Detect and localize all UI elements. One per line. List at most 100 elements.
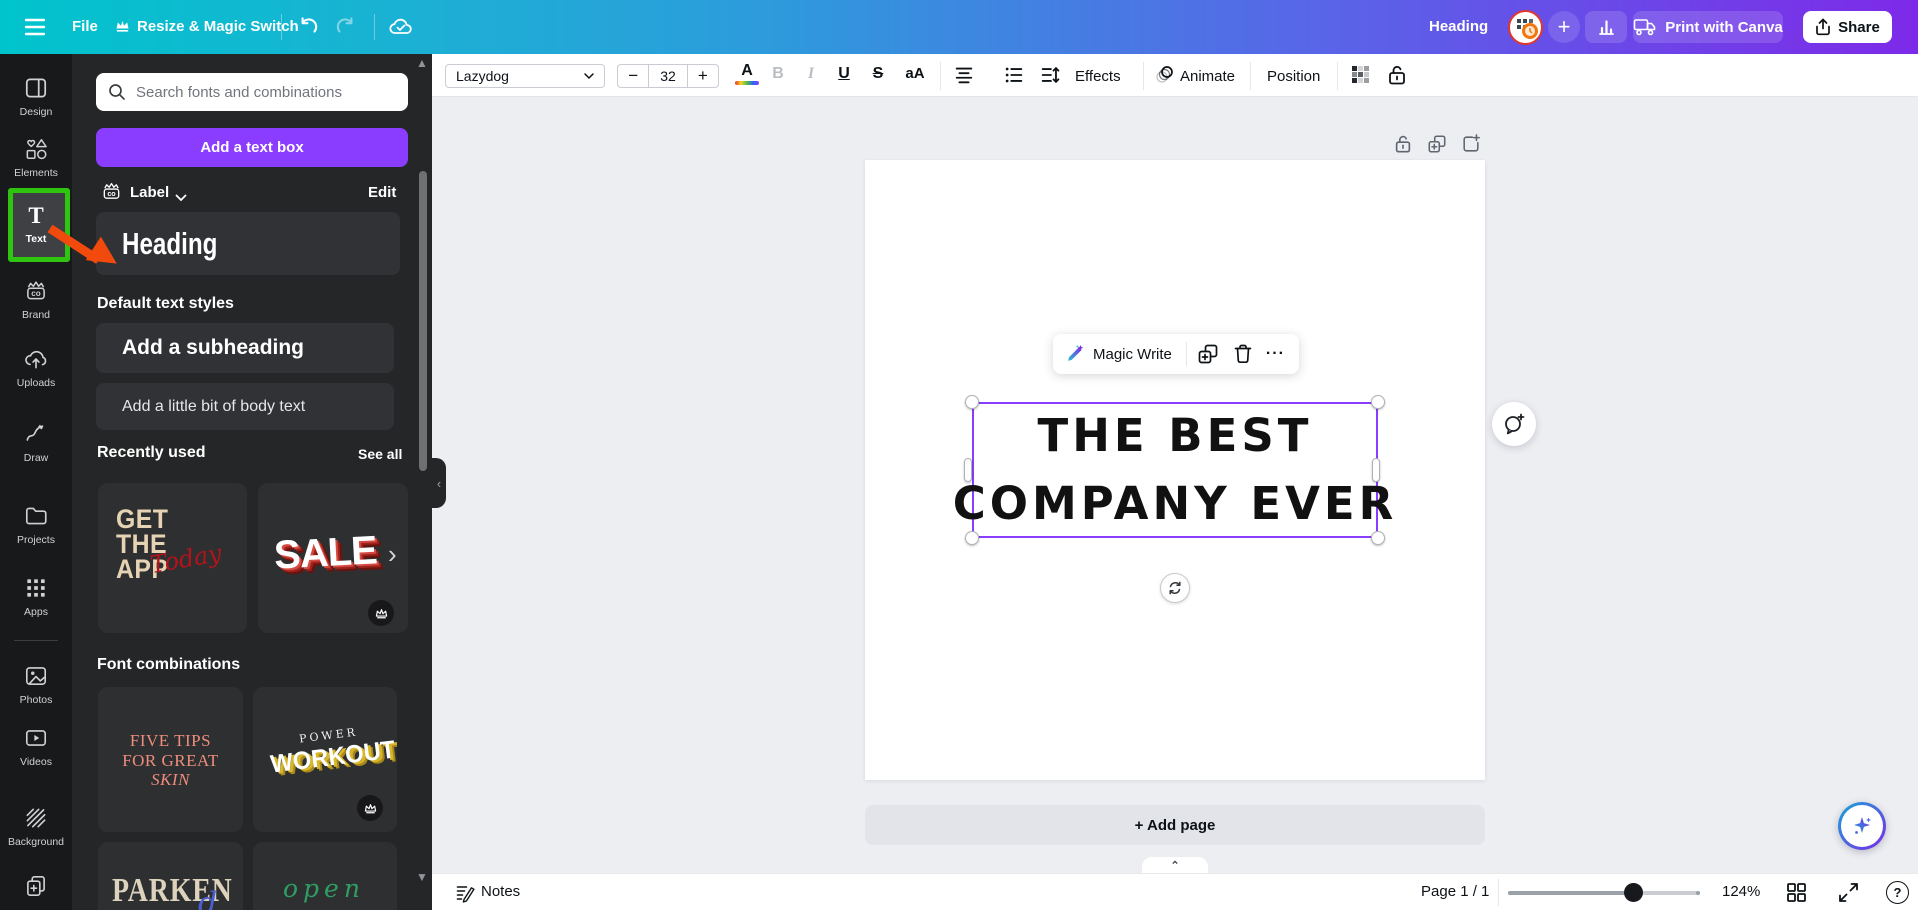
- collapse-bottom-tab[interactable]: ⌃: [1142, 857, 1208, 873]
- rainbow-bar: [735, 81, 759, 85]
- line-spacing-button[interactable]: [1039, 64, 1061, 91]
- text-align-button[interactable]: [953, 64, 975, 91]
- strikethrough-button[interactable]: S: [864, 65, 892, 83]
- resize-handle-se[interactable]: [1371, 531, 1385, 545]
- zoom-level[interactable]: 124%: [1722, 883, 1760, 900]
- font-size-increase-button[interactable]: +: [688, 66, 718, 86]
- add-text-box-button[interactable]: Add a text box: [96, 128, 408, 167]
- combo-power-workout[interactable]: POWER WORKOUT: [253, 687, 397, 832]
- file-menu[interactable]: File: [72, 18, 98, 35]
- sidebar-item-background[interactable]: Background: [0, 805, 72, 848]
- sidebar-item-brand[interactable]: co Brand: [0, 278, 72, 321]
- print-with-canva-button[interactable]: Print with Canva: [1633, 11, 1783, 43]
- rotate-handle[interactable]: [1160, 573, 1190, 603]
- scroll-down-icon[interactable]: ▼: [416, 870, 428, 884]
- sidebar-item-uploads[interactable]: Uploads: [0, 346, 72, 389]
- zoom-slider-thumb[interactable]: [1624, 883, 1643, 902]
- document-title[interactable]: Heading: [1429, 18, 1488, 35]
- undo-icon[interactable]: [296, 16, 320, 38]
- recent-style-get-the-app[interactable]: GET THE APP Today: [98, 483, 247, 633]
- combo-open[interactable]: open: [253, 842, 397, 910]
- notes-icon[interactable]: [455, 883, 475, 908]
- panel-collapse-tab[interactable]: ‹: [432, 458, 446, 508]
- resize-magic-switch-button[interactable]: Resize & Magic Switch: [137, 18, 299, 35]
- sidebar-item-draw[interactable]: Draw: [0, 421, 72, 464]
- font-search-box[interactable]: [96, 73, 408, 111]
- bold-button[interactable]: B: [764, 65, 792, 83]
- search-icon: [109, 84, 125, 100]
- resize-handle-w[interactable]: [964, 458, 972, 482]
- element-toolbar: Magic Write ···: [1053, 334, 1299, 374]
- panel-scrollbar[interactable]: [419, 171, 427, 471]
- sidebar-item-elements[interactable]: Elements: [0, 136, 72, 179]
- resize-handle-sw[interactable]: [965, 531, 979, 545]
- text-case-button[interactable]: aA: [898, 65, 932, 82]
- sidebar-item-videos[interactable]: Videos: [0, 725, 72, 768]
- resize-handle-nw[interactable]: [965, 395, 979, 409]
- more-options-icon[interactable]: ···: [1266, 345, 1285, 363]
- font-size-value[interactable]: 32: [648, 65, 688, 87]
- transparency-button[interactable]: [1351, 65, 1371, 90]
- insights-button[interactable]: [1585, 11, 1627, 43]
- font-size-stepper: − 32 +: [617, 64, 719, 88]
- share-label: Share: [1838, 18, 1880, 36]
- sidebar-item-projects[interactable]: Projects: [0, 503, 72, 546]
- underline-button[interactable]: U: [830, 65, 858, 83]
- lock-page-icon[interactable]: [1393, 133, 1413, 160]
- effects-button[interactable]: Effects: [1075, 68, 1121, 85]
- position-button[interactable]: Position: [1267, 68, 1320, 85]
- svg-text:co: co: [31, 289, 41, 298]
- lock-button[interactable]: [1386, 63, 1408, 92]
- see-all-link[interactable]: See all: [358, 446, 402, 462]
- magic-write-icon: [1068, 345, 1084, 361]
- recently-used-title: Recently used: [97, 444, 206, 461]
- add-member-button[interactable]: +: [1548, 11, 1580, 43]
- magic-write-button[interactable]: Magic Write: [1065, 344, 1172, 364]
- top-bar: File Resize & Magic Switch Heading + Pri…: [0, 0, 1918, 54]
- bottom-bar: Notes Page 1 / 1 124% ?: [432, 873, 1918, 910]
- sidebar-item-photos[interactable]: Photos: [0, 663, 72, 706]
- selected-text-element[interactable]: THE BEST COMPANY EVER: [953, 402, 1393, 538]
- sidebar-item-pages[interactable]: [0, 873, 72, 899]
- text-color-button[interactable]: A: [735, 62, 759, 85]
- scroll-up-icon[interactable]: ▲: [416, 56, 428, 70]
- canva-assistant-button[interactable]: [1838, 802, 1886, 850]
- avatar[interactable]: [1508, 10, 1543, 45]
- font-family-select[interactable]: Lazydog: [445, 64, 605, 88]
- combo-parken[interactable]: PARKEN d: [98, 842, 243, 910]
- share-button[interactable]: Share: [1803, 11, 1892, 43]
- font-size-decrease-button[interactable]: −: [618, 66, 648, 86]
- sidebar-item-apps[interactable]: Apps: [0, 575, 72, 618]
- grid-view-icon[interactable]: [1786, 882, 1807, 908]
- heading-style-card[interactable]: Heading: [96, 212, 400, 275]
- add-page-icon[interactable]: [1461, 134, 1481, 159]
- edit-brand-styles-link[interactable]: Edit: [368, 184, 396, 201]
- hamburger-menu-icon[interactable]: [22, 15, 48, 39]
- bullet-list-button[interactable]: [1003, 64, 1025, 91]
- apps-icon: [27, 579, 45, 597]
- fullscreen-icon[interactable]: [1838, 882, 1859, 908]
- help-button[interactable]: ?: [1886, 881, 1909, 904]
- animate-icon[interactable]: [1155, 65, 1175, 90]
- brand-kit-dropdown[interactable]: Label: [130, 184, 169, 201]
- combo-five-tips[interactable]: FIVE TIPS FOR GREAT SKIN: [98, 687, 243, 832]
- delete-element-icon[interactable]: [1233, 343, 1253, 365]
- italic-button[interactable]: I: [797, 65, 825, 83]
- sidebar-item-design[interactable]: Design: [0, 75, 72, 118]
- add-page-button[interactable]: + Add page: [865, 805, 1485, 845]
- notes-button[interactable]: Notes: [481, 883, 520, 900]
- recent-style-sale[interactable]: SALE: [258, 483, 408, 633]
- videos-icon: [25, 730, 47, 746]
- resize-handle-ne[interactable]: [1371, 395, 1385, 409]
- body-text-style-card[interactable]: Add a little bit of body text: [96, 383, 394, 430]
- redo-icon[interactable]: [334, 16, 358, 38]
- duplicate-element-icon[interactable]: [1197, 343, 1219, 365]
- search-input[interactable]: [136, 83, 386, 101]
- chevron-down-icon[interactable]: [175, 189, 187, 207]
- carousel-next-icon[interactable]: ›: [388, 541, 397, 567]
- duplicate-page-icon[interactable]: [1427, 134, 1447, 159]
- subheading-style-card[interactable]: Add a subheading: [96, 323, 394, 373]
- animate-button[interactable]: Animate: [1180, 68, 1235, 85]
- add-comment-button[interactable]: [1492, 402, 1536, 446]
- resize-handle-e[interactable]: [1372, 458, 1380, 482]
